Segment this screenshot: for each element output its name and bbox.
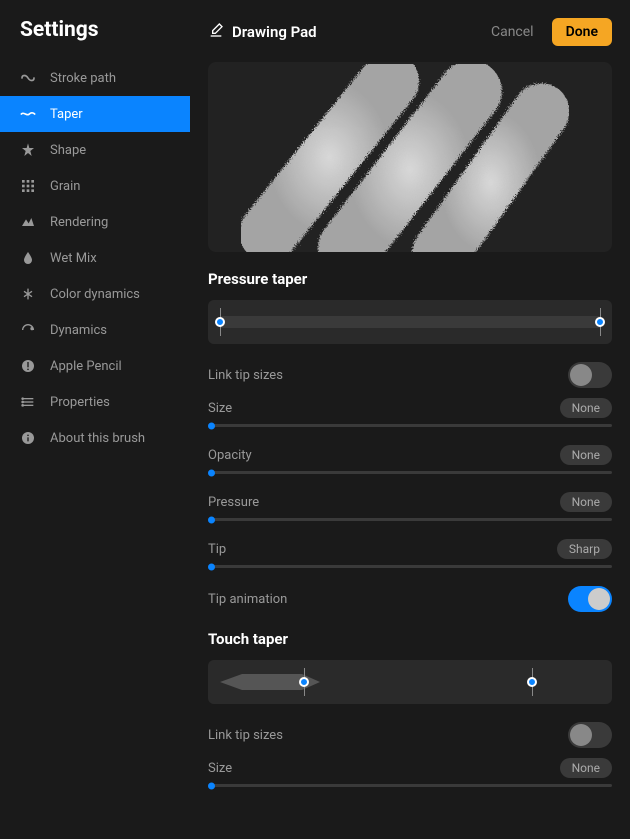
- edit-icon: [208, 22, 224, 42]
- header: Drawing Pad Cancel Done: [208, 18, 612, 46]
- touch-size-label: Size: [208, 761, 232, 776]
- sidebar-item-properties[interactable]: Properties: [0, 384, 190, 420]
- touch-taper-title: Touch taper: [208, 630, 612, 648]
- stroke-path-icon: [20, 70, 36, 86]
- main-panel: Drawing Pad Cancel Done Pressure taper: [190, 0, 630, 839]
- opacity-value: None: [560, 445, 612, 465]
- size-value: None: [560, 398, 612, 418]
- pressure-taper-title: Pressure taper: [208, 270, 612, 288]
- sidebar-item-about[interactable]: About this brush: [0, 420, 190, 456]
- touch-size-value: None: [560, 758, 612, 778]
- properties-icon: [20, 394, 36, 410]
- tip-animation-toggle[interactable]: [568, 586, 612, 612]
- info-icon: [20, 430, 36, 446]
- color-dynamics-icon: [20, 286, 36, 302]
- settings-sidebar: Settings Stroke path Taper Shape Grain R…: [0, 0, 190, 839]
- pressure-taper-range[interactable]: [208, 300, 612, 344]
- sidebar-item-label: About this brush: [50, 431, 145, 446]
- sidebar-item-label: Apple Pencil: [50, 359, 122, 374]
- sidebar-item-stroke-path[interactable]: Stroke path: [0, 60, 190, 96]
- sidebar-item-color-dynamics[interactable]: Color dynamics: [0, 276, 190, 312]
- taper-icon: [20, 106, 36, 122]
- wet-mix-icon: [20, 250, 36, 266]
- sidebar-item-rendering[interactable]: Rendering: [0, 204, 190, 240]
- grain-icon: [20, 178, 36, 194]
- sidebar-item-label: Color dynamics: [50, 287, 140, 302]
- tip-animation-label: Tip animation: [208, 592, 287, 607]
- touch-range-handle-start[interactable]: [299, 677, 309, 687]
- sidebar-item-taper[interactable]: Taper: [0, 96, 190, 132]
- pressure-slider[interactable]: [208, 518, 612, 521]
- opacity-slider[interactable]: [208, 471, 612, 474]
- brush-name: Drawing Pad: [232, 23, 317, 41]
- apple-pencil-icon: [20, 358, 36, 374]
- rendering-icon: [20, 214, 36, 230]
- size-label: Size: [208, 401, 232, 416]
- touch-taper-range[interactable]: [208, 660, 612, 704]
- sidebar-title: Settings: [0, 18, 190, 60]
- done-button[interactable]: Done: [552, 18, 612, 46]
- cancel-button[interactable]: Cancel: [491, 24, 534, 40]
- touch-link-tip-sizes-toggle[interactable]: [568, 722, 612, 748]
- pressure-value: None: [560, 492, 612, 512]
- sidebar-item-label: Rendering: [50, 215, 108, 230]
- pressure-label: Pressure: [208, 495, 259, 510]
- sidebar-item-grain[interactable]: Grain: [0, 168, 190, 204]
- touch-range-handle-end[interactable]: [527, 677, 537, 687]
- link-tip-sizes-toggle[interactable]: [568, 362, 612, 388]
- sidebar-item-label: Stroke path: [50, 71, 116, 86]
- tip-label: Tip: [208, 542, 226, 557]
- sidebar-item-label: Grain: [50, 179, 80, 194]
- brush-preview[interactable]: [208, 62, 612, 252]
- sidebar-item-shape[interactable]: Shape: [0, 132, 190, 168]
- tip-value: Sharp: [557, 539, 612, 559]
- header-title-group[interactable]: Drawing Pad: [208, 22, 317, 42]
- dynamics-icon: [20, 322, 36, 338]
- range-handle-start[interactable]: [215, 317, 225, 327]
- sidebar-item-dynamics[interactable]: Dynamics: [0, 312, 190, 348]
- size-slider[interactable]: [208, 424, 612, 427]
- shape-icon: [20, 142, 36, 158]
- sidebar-item-label: Wet Mix: [50, 251, 97, 266]
- sidebar-item-label: Shape: [50, 143, 86, 158]
- touch-link-tip-sizes-label: Link tip sizes: [208, 728, 283, 743]
- sidebar-item-wet-mix[interactable]: Wet Mix: [0, 240, 190, 276]
- sidebar-item-label: Properties: [50, 395, 110, 410]
- range-handle-end[interactable]: [595, 317, 605, 327]
- sidebar-item-apple-pencil[interactable]: Apple Pencil: [0, 348, 190, 384]
- sidebar-item-label: Taper: [50, 107, 83, 122]
- opacity-label: Opacity: [208, 448, 252, 463]
- sidebar-item-label: Dynamics: [50, 323, 107, 338]
- touch-size-slider[interactable]: [208, 784, 612, 787]
- tip-slider[interactable]: [208, 565, 612, 568]
- link-tip-sizes-label: Link tip sizes: [208, 368, 283, 383]
